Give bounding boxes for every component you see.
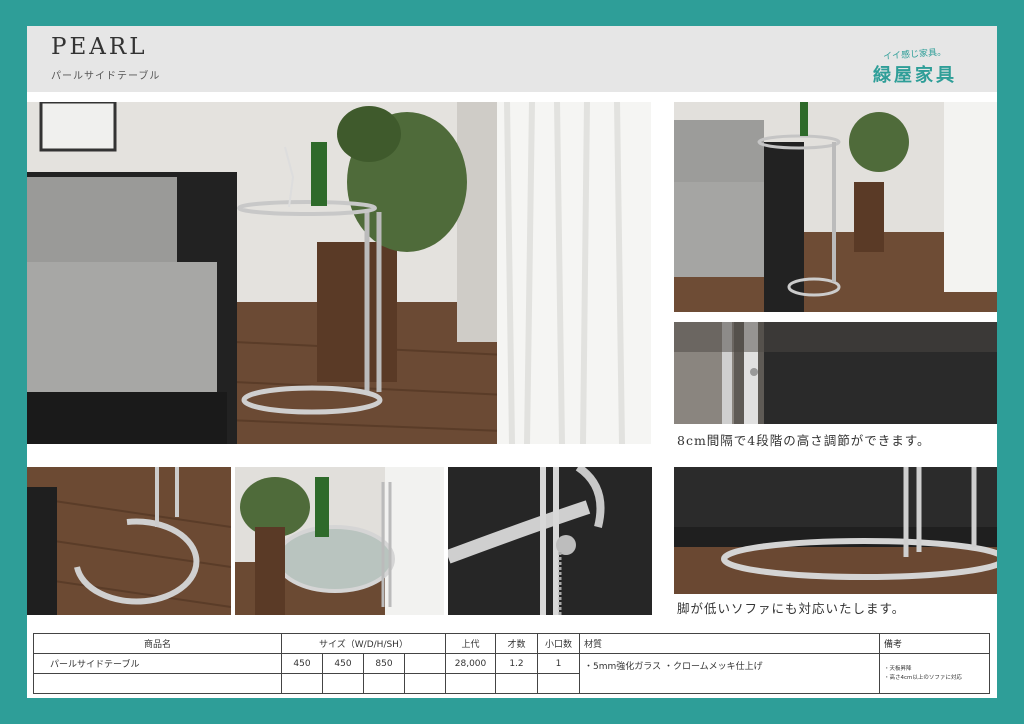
side-photo-angle: [674, 102, 997, 312]
photo-base-ring: [27, 467, 231, 615]
brand-logo: 緑屋家具: [873, 65, 957, 86]
caption-height-adjust: 8cm間隔で4段階の高さ調節ができます。: [677, 433, 931, 448]
empty-cell: [281, 673, 323, 694]
product-title: PEARL: [51, 34, 148, 60]
cell-depth: 450: [322, 653, 364, 674]
empty-cell: [495, 673, 538, 694]
photo-pin-detail: [448, 467, 652, 615]
cell-width: 450: [281, 653, 323, 674]
empty-cell: [363, 673, 405, 694]
brand-tagline: イイ感じ家具。: [882, 47, 947, 63]
spec-table-header-row: 商品名 サイズ（W/D/H/SH） 上代 才数 小口数 材質 備考: [33, 633, 990, 654]
header-bar: PEARL パールサイドテーブル イイ感じ家具。 緑屋家具: [27, 26, 997, 92]
header-material: 材質: [579, 633, 880, 654]
main-photo: [27, 102, 651, 444]
cell-units: 1: [537, 653, 580, 674]
header-volume: 才数: [495, 633, 538, 654]
cell-material: ・5mm強化ガラス ・クロームメッキ仕上げ: [579, 653, 880, 694]
note-line-2: ・高さ4cm以上のソファに対応: [884, 674, 962, 681]
caption-low-sofa: 脚が低いソファにも対応いたします。: [677, 601, 906, 616]
cell-height: 850: [363, 653, 405, 674]
header-notes: 備考: [879, 633, 990, 654]
empty-cell: [404, 673, 446, 694]
spec-table: 商品名 サイズ（W/D/H/SH） 上代 才数 小口数 材質 備考 パールサイド…: [33, 633, 990, 694]
empty-cell: [445, 673, 496, 694]
header-price: 上代: [445, 633, 496, 654]
cell-seat-height: [404, 653, 446, 674]
empty-cell: [537, 673, 580, 694]
empty-cell: [322, 673, 364, 694]
detail-photo-pole: [674, 322, 997, 424]
cell-volume: 1.2: [495, 653, 538, 674]
empty-cell: [33, 673, 282, 694]
catalog-sheet: PEARL パールサイドテーブル イイ感じ家具。 緑屋家具 8cm間隔で4段階の…: [27, 26, 997, 698]
cell-notes: ・天板昇降 ・高さ4cm以上のソファに対応: [879, 653, 990, 694]
header-size: サイズ（W/D/H/SH）: [281, 633, 446, 654]
note-line-1: ・天板昇降: [884, 665, 912, 672]
photo-under-sofa: [674, 467, 997, 594]
cell-product-name: パールサイドテーブル: [33, 653, 282, 674]
header-units: 小口数: [537, 633, 580, 654]
product-subtitle: パールサイドテーブル: [51, 71, 161, 82]
header-product-name: 商品名: [33, 633, 282, 654]
table-row: パールサイドテーブル 450 450 850 28,000 1.2 1 ・5mm…: [33, 653, 990, 694]
cell-price: 28,000: [445, 653, 496, 674]
photo-glass-top: [235, 467, 444, 615]
